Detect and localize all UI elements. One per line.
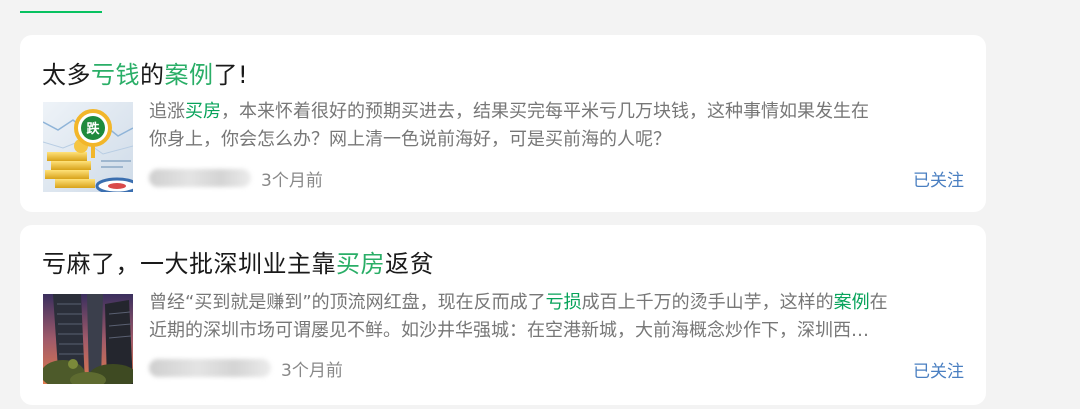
title-text: 返贫 [385,250,434,278]
title-text: 了! [213,61,249,89]
article-summary[interactable]: 追涨买房，本来怀着很好的预期买进去，结果买完每平米亏几万块钱，这种事情如果发生在… [149,98,961,154]
article-thumbnail[interactable]: 跌 [43,102,133,192]
title-keyword: 买房 [336,250,385,278]
active-tab-indicator [20,11,102,13]
publish-time: 3个月前 [261,170,323,191]
article-title[interactable]: 太多亏钱的案例了! [42,55,248,90]
author-name-redacted [149,359,271,377]
summary-keyword: 亏损 [545,292,582,313]
article-meta: 3个月前 [149,355,343,381]
article-meta: 3个月前 [149,165,323,191]
summary-text: 追涨 [149,101,185,122]
title-keyword: 亏钱 [91,61,140,89]
title-text: 亏麻了，一大批深圳业主靠 [42,250,336,278]
follow-button[interactable]: 已关注 [913,166,964,191]
article-card[interactable]: 亏麻了，一大批深圳业主靠买房返贫 曾经“买到就是赚到”的顶流网红盘，现在反而成了… [20,225,986,405]
summary-keyword: 买房 [185,101,221,122]
article-summary[interactable]: 曾经“买到就是赚到”的顶流网红盘，现在反而成了亏损成百上千万的烫手山芋，这样的案… [149,289,961,345]
article-card[interactable]: 太多亏钱的案例了! 跌 追涨买房，本来怀着很好的预期买进去，结果买完每平米亏几万… [20,35,986,212]
title-text: 的 [140,61,165,89]
title-text: 太多 [42,61,91,89]
follow-button[interactable]: 已关注 [913,357,964,382]
thumbnail-image: 跌 [43,102,133,192]
author-name-redacted [149,169,251,187]
thumb-badge-text: 跌 [86,121,100,137]
summary-text: ，本来怀着很好的预期买进去，结果买完每平米亏几万块钱，这种事情如果发生在 你身上… [149,101,869,150]
publish-time: 3个月前 [281,360,343,381]
article-thumbnail[interactable] [43,294,133,384]
summary-text: 成百上千万的烫手山芋，这样的 [581,292,834,313]
thumbnail-image [43,294,133,384]
article-title[interactable]: 亏麻了，一大批深圳业主靠买房返贫 [42,244,434,279]
summary-keyword: 案例 [833,292,870,313]
summary-text: 曾经“买到就是赚到”的顶流网红盘，现在反而成了 [149,292,546,313]
title-keyword: 案例 [164,61,214,89]
